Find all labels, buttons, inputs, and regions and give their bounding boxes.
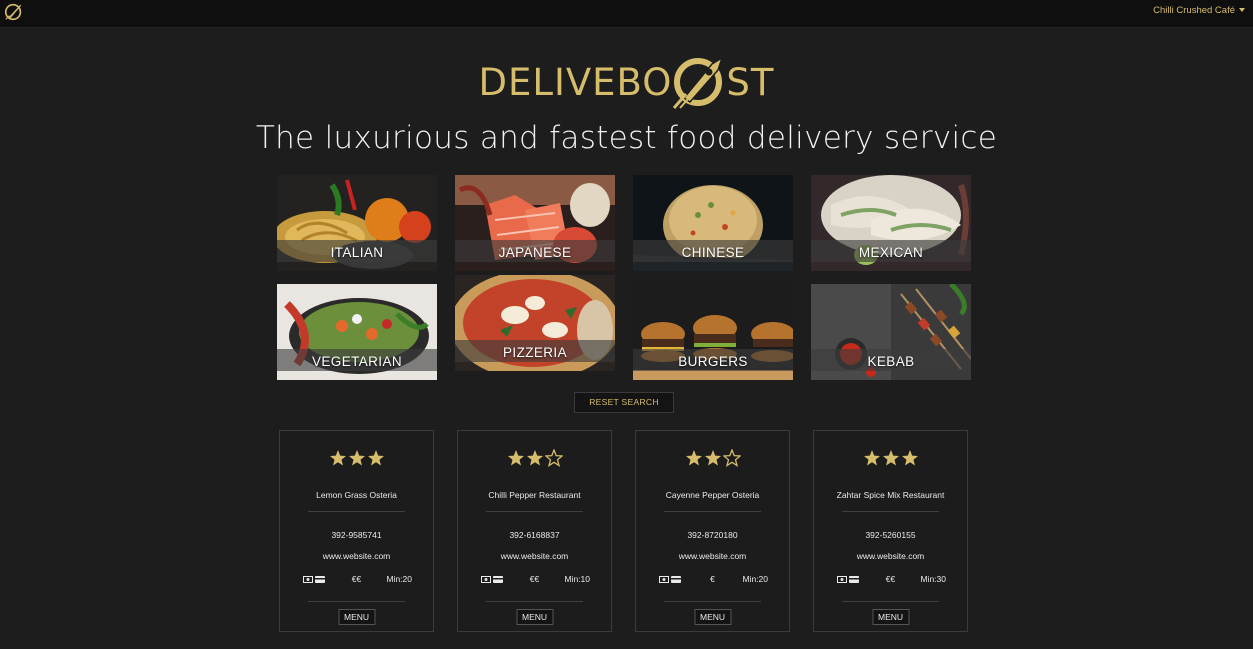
restaurant-website[interactable]: www.website.com xyxy=(280,551,433,561)
minimum-order: Min:20 xyxy=(386,574,412,584)
category-chinese[interactable]: CHINESE xyxy=(633,175,793,271)
menu-button[interactable]: MENU xyxy=(515,609,554,625)
category-label: PIZZERIA xyxy=(503,345,567,360)
restaurant-website[interactable]: www.website.com xyxy=(636,551,789,561)
restaurant-name: Zahtar Spice Mix Restaurant xyxy=(836,490,945,500)
menu-button[interactable]: MENU xyxy=(337,609,376,625)
brand-logo: DELIVEBO ST xyxy=(0,54,1253,112)
restaurant-phone: 392-8720180 xyxy=(687,530,738,540)
minimum-order: Min:20 xyxy=(742,574,768,584)
category-label: KEBAB xyxy=(867,354,915,369)
page-tagline: The luxurious and fastest food delivery … xyxy=(255,120,998,156)
restaurant-name: Cayenne Pepper Osteria xyxy=(665,490,760,500)
divider xyxy=(842,511,939,512)
restaurant-name: Lemon Grass Osteria xyxy=(316,490,397,500)
minimum-order: Min:30 xyxy=(920,574,946,584)
star-outline-icon xyxy=(543,448,564,467)
reset-search-button[interactable]: RESET SEARCH xyxy=(574,392,674,413)
restaurant-card: Chilli Pepper Restaurant 392-6168837 www… xyxy=(457,430,612,632)
star-filled-icon xyxy=(348,450,365,466)
restaurant-website[interactable]: www.website.com xyxy=(458,551,611,561)
category-mexican[interactable]: MEXICAN xyxy=(811,175,971,271)
divider xyxy=(486,511,583,512)
star-filled-icon xyxy=(901,450,918,466)
category-label: ITALIAN xyxy=(330,245,384,260)
category-label: MEXICAN xyxy=(858,245,924,260)
category-kebab[interactable]: KEBAB xyxy=(811,284,971,380)
rating-stars xyxy=(280,449,433,469)
chevron-down-icon xyxy=(1239,8,1245,13)
divider xyxy=(664,511,761,512)
star-filled-icon xyxy=(526,450,543,466)
star-filled-icon xyxy=(367,450,384,466)
menu-button[interactable]: MENU xyxy=(693,609,732,625)
restaurant-info-row: €€ Min:30 xyxy=(814,574,967,586)
rocket-o-icon xyxy=(673,56,724,109)
category-pizzeria[interactable]: PIZZERIA xyxy=(455,275,615,371)
star-outline-icon xyxy=(721,448,742,467)
category-label: VEGETARIAN xyxy=(311,354,403,369)
category-vegetarian[interactable]: VEGETARIAN xyxy=(277,284,437,380)
restaurant-phone: 392-5260155 xyxy=(865,530,916,540)
restaurant-card: Zahtar Spice Mix Restaurant 392-5260155 … xyxy=(813,430,968,632)
category-label: JAPANESE xyxy=(498,245,572,260)
restaurant-phone: 392-6168837 xyxy=(509,530,560,540)
divider xyxy=(308,511,405,512)
user-dropdown-label: Chilli Crushed Café xyxy=(1153,5,1235,16)
category-label: BURGERS xyxy=(678,354,748,369)
divider xyxy=(664,601,761,602)
rating-stars xyxy=(458,448,611,469)
minimum-order: Min:10 xyxy=(564,574,590,584)
brand-text-part1: DELIVEBO xyxy=(478,60,673,104)
star-filled-icon xyxy=(507,450,524,466)
rating-stars xyxy=(814,449,967,469)
restaurant-name: Chilli Pepper Restaurant xyxy=(488,490,581,500)
rating-stars xyxy=(636,448,789,469)
category-burgers[interactable]: BURGERS xyxy=(633,284,793,380)
menu-button[interactable]: MENU xyxy=(871,609,910,625)
user-dropdown[interactable]: Chilli Crushed Café xyxy=(1153,5,1245,16)
divider xyxy=(842,601,939,602)
restaurant-website[interactable]: www.website.com xyxy=(814,551,967,561)
category-japanese[interactable]: JAPANESE xyxy=(455,175,615,271)
top-navbar: Chilli Crushed Café xyxy=(0,0,1253,28)
star-filled-icon xyxy=(863,450,880,466)
brand-text-part2: ST xyxy=(726,60,775,104)
star-filled-icon xyxy=(329,450,346,466)
restaurant-info-row: €€ Min:20 xyxy=(280,574,433,586)
rocket-logo-icon[interactable] xyxy=(3,1,25,23)
category-italian[interactable]: ITALIAN xyxy=(277,175,437,271)
star-filled-icon xyxy=(882,450,899,466)
star-filled-icon xyxy=(685,450,702,466)
star-filled-icon xyxy=(704,450,721,466)
divider xyxy=(308,601,405,602)
divider xyxy=(486,601,583,602)
restaurant-phone: 392-9585741 xyxy=(331,530,382,540)
restaurant-card: Lemon Grass Osteria 392-9585741 www.webs… xyxy=(279,430,434,632)
restaurant-card: Cayenne Pepper Osteria 392-8720180 www.w… xyxy=(635,430,790,632)
restaurant-info-row: €€ Min:10 xyxy=(458,574,611,586)
restaurant-info-row: € Min:20 xyxy=(636,574,789,586)
category-label: CHINESE xyxy=(681,245,745,260)
